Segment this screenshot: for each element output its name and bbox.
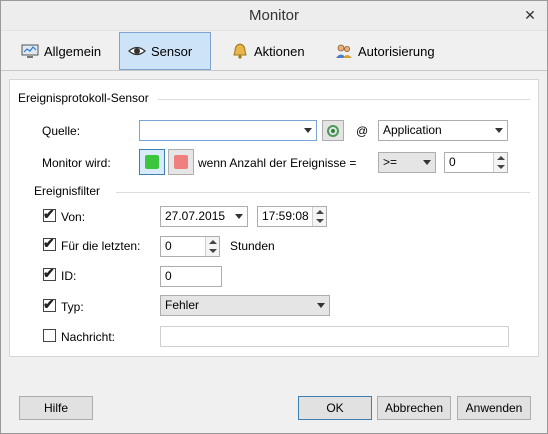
- id-input[interactable]: 0: [160, 266, 222, 287]
- at-symbol: @: [356, 124, 369, 138]
- green-swatch: [145, 155, 159, 169]
- cancel-button[interactable]: Abbrechen: [377, 396, 451, 420]
- sensor-panel: Ereignisprotokoll-Sensor Quelle: @ Appli…: [9, 79, 539, 357]
- chevron-down-icon: [304, 128, 312, 133]
- tab-allgemein[interactable]: Allgemein: [13, 32, 113, 70]
- refresh-icon: [327, 125, 339, 137]
- monitor-dialog: Monitor ✕ Allgemein Sensor Aktionen Auto…: [0, 0, 548, 434]
- from-checkbox[interactable]: ✔: [43, 206, 56, 222]
- bell-icon: [231, 43, 249, 59]
- green-state-button[interactable]: [139, 149, 165, 175]
- source-label: Quelle:: [42, 124, 81, 138]
- close-icon[interactable]: ✕: [521, 7, 539, 23]
- tab-sensor-label: Sensor: [151, 43, 193, 59]
- count-stepper[interactable]: 0: [444, 152, 508, 173]
- tab-allgemein-label: Allgemein: [44, 43, 102, 59]
- check-icon: ✔: [43, 206, 55, 222]
- from-date-picker[interactable]: 27.07.2015: [160, 206, 248, 227]
- id-label: ID:: [61, 269, 77, 283]
- window-title: Monitor: [248, 7, 300, 24]
- help-button[interactable]: Hilfe: [19, 396, 93, 420]
- last-checkbox[interactable]: ✔: [43, 235, 56, 251]
- chevron-down-icon: [423, 160, 431, 165]
- log-dropdown[interactable]: Application: [378, 120, 508, 141]
- tab-sensor[interactable]: Sensor: [119, 32, 211, 70]
- tab-bar: Allgemein Sensor Aktionen Autorisierung: [1, 31, 547, 71]
- divider: [116, 192, 530, 193]
- hours-unit-label: Stunden: [230, 239, 275, 253]
- message-checkbox[interactable]: [43, 329, 56, 342]
- type-label: Typ:: [61, 300, 84, 314]
- apply-button[interactable]: Anwenden: [457, 396, 531, 420]
- id-checkbox[interactable]: ✔: [43, 265, 56, 281]
- red-swatch: [174, 155, 188, 169]
- users-icon: [335, 43, 353, 59]
- monitor-label: Monitor wird:: [42, 156, 111, 170]
- check-icon: ✔: [43, 235, 55, 251]
- tab-aktionen-label: Aktionen: [254, 43, 305, 59]
- divider: [158, 99, 530, 100]
- operator-dropdown[interactable]: >=: [378, 152, 436, 173]
- from-label: Von:: [61, 210, 86, 224]
- red-state-button[interactable]: [168, 149, 194, 175]
- spin-buttons[interactable]: [312, 207, 326, 226]
- chevron-down-icon: [235, 214, 243, 219]
- check-icon: ✔: [43, 265, 55, 281]
- source-dropdown[interactable]: [139, 120, 317, 141]
- eye-icon: [128, 43, 146, 59]
- refresh-button[interactable]: [322, 120, 344, 141]
- tab-aktionen[interactable]: Aktionen: [223, 32, 323, 70]
- type-checkbox[interactable]: ✔: [43, 296, 56, 312]
- group-title-sensor: Ereignisprotokoll-Sensor: [18, 91, 149, 105]
- tab-autorisierung-label: Autorisierung: [358, 43, 435, 59]
- spin-buttons[interactable]: [205, 237, 219, 256]
- title-bar: Monitor ✕: [1, 1, 547, 31]
- last-hours-stepper[interactable]: 0: [160, 236, 220, 257]
- from-time-stepper[interactable]: 17:59:08: [257, 206, 327, 227]
- type-dropdown[interactable]: Fehler: [160, 295, 330, 316]
- count-label: wenn Anzahl der Ereignisse =: [198, 156, 357, 170]
- chevron-down-icon: [317, 303, 325, 308]
- tab-autorisierung[interactable]: Autorisierung: [327, 32, 437, 70]
- message-input[interactable]: [160, 326, 509, 347]
- check-icon: ✔: [43, 296, 55, 312]
- spin-buttons[interactable]: [493, 153, 507, 172]
- message-label: Nachricht:: [61, 330, 116, 344]
- group-title-filter: Ereignisfilter: [34, 184, 101, 198]
- monitor-icon: [21, 43, 39, 59]
- ok-button[interactable]: OK: [298, 396, 372, 420]
- chevron-down-icon: [495, 128, 503, 133]
- last-label: Für die letzten:: [61, 239, 141, 253]
